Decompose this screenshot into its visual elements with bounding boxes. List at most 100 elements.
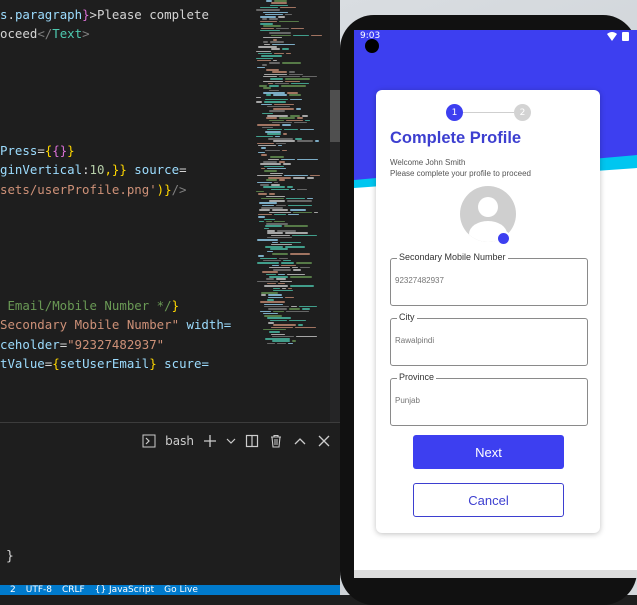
editor-scrollbar-thumb[interactable] (330, 90, 340, 142)
minimap-line (263, 11, 288, 14)
minimap-line (264, 101, 286, 103)
code-line[interactable]: ceholder="92327482937" (0, 335, 164, 354)
minimap-line (286, 119, 303, 122)
minimap-line (257, 280, 278, 283)
minimap-line (302, 308, 310, 310)
trash-icon[interactable] (268, 433, 284, 449)
cancel-button[interactable]: Cancel (413, 483, 564, 517)
minimap-line (273, 140, 295, 142)
minimap-line (267, 342, 275, 345)
step-connector (463, 112, 514, 113)
minimap-line (287, 200, 312, 202)
code-editor[interactable]: s.paragraph}>Please complete oceed</Text>… (0, 0, 340, 595)
minimap-line (300, 128, 314, 131)
minimap-line (298, 324, 303, 326)
minimap-line (270, 41, 284, 43)
city-input[interactable] (393, 335, 577, 346)
minimap-line (288, 342, 293, 345)
code-area[interactable]: s.paragraph}>Please complete oceed</Text>… (0, 0, 250, 420)
minimap-line (297, 140, 313, 142)
code-token: "92327482937" (67, 336, 165, 352)
minimap-line (257, 239, 278, 241)
terminal-panel[interactable]: bash } (0, 422, 340, 586)
minimap-line (270, 78, 283, 80)
step-2-indicator[interactable]: 2 (514, 104, 531, 121)
minimap-line (280, 241, 301, 244)
status-item[interactable]: CRLF (62, 585, 85, 595)
minimap-line (258, 255, 264, 257)
code-line[interactable]: Press={{}} (0, 141, 75, 160)
minimap-line (268, 294, 282, 296)
city-field[interactable]: City (390, 312, 588, 366)
close-icon[interactable] (316, 433, 332, 449)
minimap-line (279, 257, 288, 260)
camera-icon[interactable] (496, 231, 511, 246)
code-line[interactable]: ginVertical:10,}} source= (0, 160, 187, 179)
minimap-line (261, 27, 274, 30)
code-line[interactable]: Secondary Mobile Number" width= (0, 315, 231, 334)
secondary-mobile-field[interactable]: Secondary Mobile Number (390, 252, 588, 306)
chevron-up-icon[interactable] (292, 433, 308, 449)
minimap[interactable] (252, 0, 328, 345)
minimap-line (285, 80, 300, 83)
minimap-line (271, 2, 287, 4)
code-token: >Please complete (89, 7, 209, 22)
minimap-line (311, 34, 322, 37)
province-input[interactable] (393, 395, 577, 406)
minimap-line (271, 326, 293, 329)
code-line[interactable]: oceed</Text> (0, 24, 90, 43)
status-item[interactable]: Go Live (164, 585, 198, 595)
minimap-line (271, 234, 290, 237)
terminal-output: } (6, 549, 14, 564)
terminal-shell-label[interactable]: bash (165, 434, 194, 448)
front-camera-icon (365, 39, 379, 53)
status-item[interactable]: 2 (10, 585, 16, 595)
code-line[interactable]: tValue={setUserEmail} scure= (0, 354, 209, 373)
minimap-line (263, 87, 271, 89)
terminal-icon[interactable] (141, 433, 157, 449)
minimap-line (283, 163, 291, 165)
minimap-line (274, 213, 286, 216)
code-line[interactable]: s.paragraph}>Please complete (0, 5, 209, 24)
minimap-line (289, 73, 303, 76)
code-token: : (82, 162, 90, 178)
minimap-line (289, 308, 300, 310)
minimap-line (314, 211, 318, 214)
minimap-line (276, 27, 289, 30)
minimap-line (284, 128, 298, 131)
province-field[interactable]: Province (390, 372, 588, 426)
minimap-line (290, 98, 302, 101)
minimap-line (269, 211, 291, 214)
minimap-line (297, 117, 303, 119)
minimap-line (292, 234, 317, 237)
code-token: {} (52, 142, 68, 158)
status-item[interactable]: UTF-8 (26, 585, 52, 595)
minimap-line (263, 25, 281, 27)
minimap-line (285, 246, 305, 248)
minimap-line (260, 310, 271, 313)
minimap-line (276, 142, 286, 145)
secondary-mobile-input[interactable] (393, 275, 577, 286)
minimap-line (273, 287, 280, 290)
code-line[interactable]: Email/Mobile Number */} (0, 296, 179, 315)
minimap-line (258, 216, 265, 218)
chevron-down-icon[interactable] (226, 433, 236, 449)
editor-scrollbar[interactable] (330, 0, 340, 422)
minimap-line (291, 27, 304, 30)
status-item[interactable]: {} JavaScript (95, 585, 154, 595)
minimap-line (292, 340, 296, 342)
split-terminal-icon[interactable] (244, 433, 260, 449)
minimap-line (269, 119, 284, 122)
code-token: </ (37, 26, 53, 42)
code-line[interactable]: sets/userProfile.png')}/> (0, 180, 187, 199)
next-button[interactable]: Next (413, 435, 564, 469)
minimap-line (262, 18, 267, 20)
step-1-indicator[interactable]: 1 (446, 104, 463, 121)
minimap-line (264, 73, 287, 76)
minimap-line (293, 177, 305, 179)
code-token: = (179, 162, 187, 178)
add-terminal-icon[interactable] (202, 433, 218, 449)
minimap-line (272, 71, 287, 73)
minimap-line (289, 94, 301, 96)
minimap-line (282, 124, 291, 126)
